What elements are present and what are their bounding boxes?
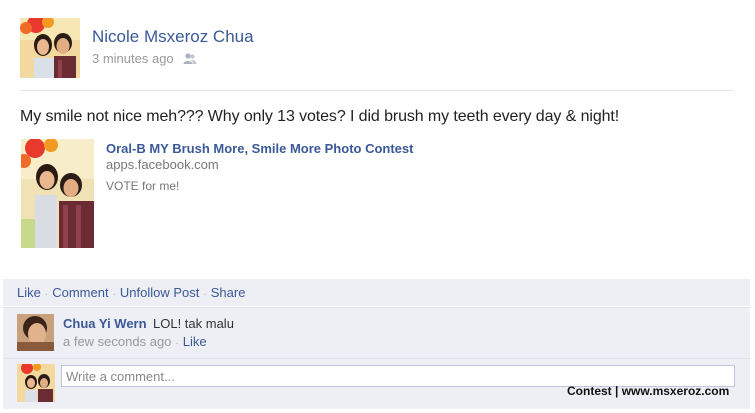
comment-meta: a few seconds ago · Like: [63, 334, 207, 349]
attachment-domain: apps.facebook.com: [106, 157, 219, 172]
separator: ·: [44, 289, 49, 300]
comment-like-link[interactable]: Like: [183, 334, 207, 349]
news-feed-story: Nicole Msxeroz Chua 3 minutes ago My smi…: [0, 0, 755, 413]
friends-icon[interactable]: [183, 53, 197, 65]
post-actions-bar: Like · Comment · Unfollow Post · Share: [3, 279, 750, 306]
post-meta: 3 minutes ago: [92, 51, 197, 66]
comment-item: Chua Yi Wern LOL! tak malu a few seconds…: [3, 307, 750, 358]
comment-timestamp[interactable]: a few seconds ago: [63, 334, 171, 349]
attachment-description: VOTE for me!: [106, 179, 180, 193]
comment-link[interactable]: Comment: [52, 285, 108, 300]
share-link[interactable]: Share: [211, 285, 246, 300]
separator: ·: [203, 289, 207, 300]
author-avatar[interactable]: [20, 18, 80, 78]
attachment-title-link[interactable]: Oral-B MY Brush More, Smile More Photo C…: [106, 141, 413, 156]
separator: ·: [112, 289, 116, 300]
separator: ·: [175, 338, 179, 349]
comment-author-link[interactable]: Chua Yi Wern: [63, 316, 147, 331]
post-author-link[interactable]: Nicole Msxeroz Chua: [92, 27, 254, 47]
unfollow-post-link[interactable]: Unfollow Post: [120, 285, 199, 300]
post-message: My smile not nice meh??? Why only 13 vot…: [20, 108, 620, 125]
like-link[interactable]: Like: [17, 285, 41, 300]
comment-text: LOL! tak malu: [153, 316, 234, 331]
commenter-avatar[interactable]: [17, 314, 54, 351]
post-timestamp[interactable]: 3 minutes ago: [92, 51, 174, 66]
watermark: Contest | www.msxeroz.com: [567, 384, 730, 398]
viewer-avatar: [17, 364, 55, 402]
attachment-photo[interactable]: [21, 139, 94, 248]
divider: [20, 90, 733, 91]
